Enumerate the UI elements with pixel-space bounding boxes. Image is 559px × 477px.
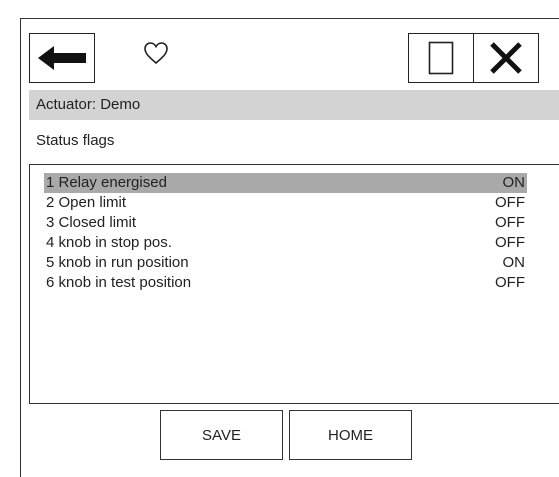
status-flag-row[interactable]: 6 knob in test position OFF [44, 273, 527, 293]
status-flag-label: 6 knob in test position [46, 274, 192, 291]
status-flag-row[interactable]: 4 knob in stop pos. OFF [44, 233, 527, 253]
status-flag-value: ON [502, 254, 526, 271]
window-outline-icon [428, 41, 454, 75]
close-button[interactable] [473, 33, 539, 83]
section-title: Status flags [36, 132, 115, 149]
left-arrow-icon [38, 46, 86, 70]
status-flag-label: 2 Open limit [46, 194, 127, 211]
status-flag-label: 1 Relay energised [46, 174, 167, 191]
status-flag-value: OFF [495, 274, 525, 291]
status-flag-row[interactable]: 5 knob in run position ON [44, 253, 527, 273]
status-flag-row[interactable]: 1 Relay energised ON [44, 173, 527, 193]
status-flag-value: ON [502, 174, 526, 191]
status-flags-list: 1 Relay energised ON 2 Open limit OFF 3 … [29, 164, 559, 404]
status-flag-row[interactable]: 2 Open limit OFF [44, 193, 527, 213]
favorite-button[interactable] [136, 35, 176, 71]
close-x-icon [490, 42, 522, 74]
status-flag-value: OFF [495, 194, 525, 211]
save-button[interactable]: SAVE [160, 410, 283, 460]
status-flag-label: 4 knob in stop pos. [46, 234, 172, 251]
status-flag-label: 3 Closed limit [46, 214, 137, 231]
window-button[interactable] [408, 33, 474, 83]
home-button[interactable]: HOME [289, 410, 412, 460]
actuator-header: Actuator: Demo [29, 90, 559, 120]
status-flag-value: OFF [495, 234, 525, 251]
heart-outline-icon [144, 42, 168, 65]
status-flag-value: OFF [495, 214, 525, 231]
status-flag-row[interactable]: 3 Closed limit OFF [44, 213, 527, 233]
status-flag-label: 5 knob in run position [46, 254, 189, 271]
back-button[interactable] [29, 33, 95, 83]
